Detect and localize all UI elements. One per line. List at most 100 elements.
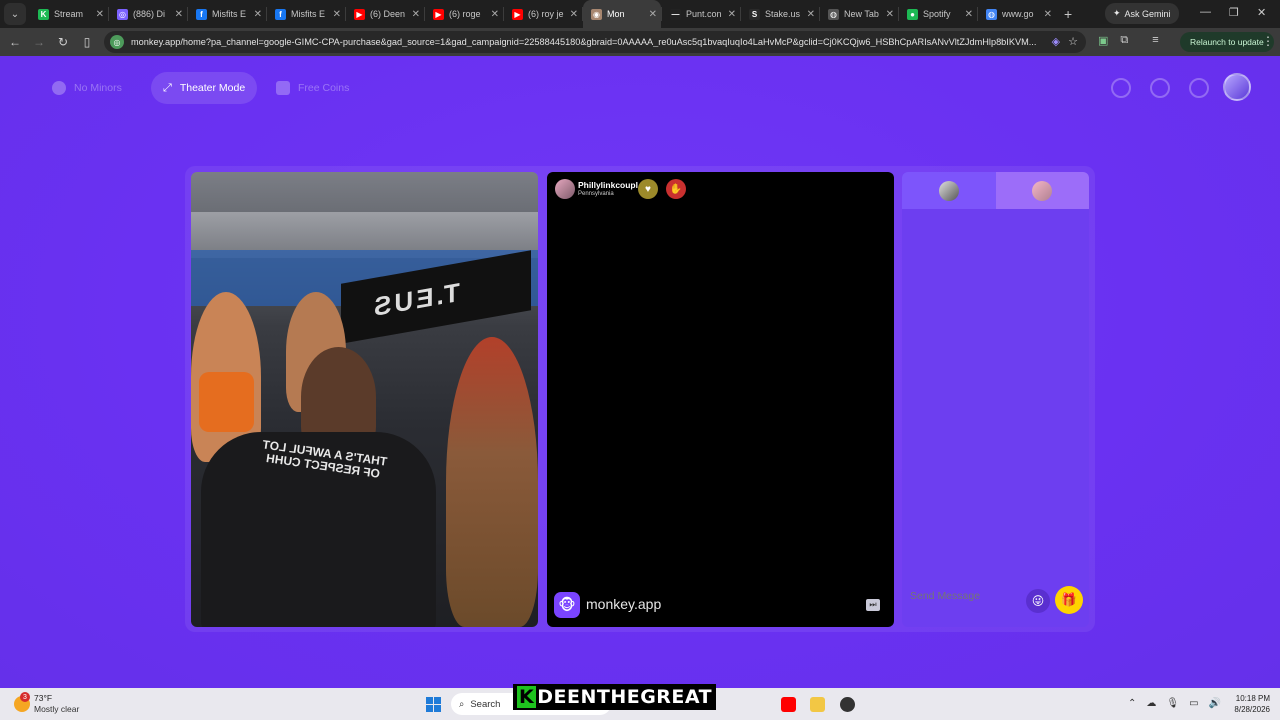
browser-tab[interactable]: ▶ (6) roge ✕ — [425, 0, 503, 28]
peer-username[interactable]: Phillylinkcoupl — [578, 180, 638, 190]
tab-title: Stream — [54, 9, 84, 19]
profile-menu-icon[interactable]: ≡ — [1152, 34, 1158, 47]
tab-close-icon[interactable]: ✕ — [1044, 9, 1052, 20]
side-panel-icon[interactable]: ▯ — [75, 35, 99, 49]
system-tray: ⌃ ☁ 🎙 ▭ 🔊 — [1128, 698, 1221, 709]
restore-icon[interactable]: ❐ — [1229, 6, 1239, 19]
tab-title: Misfits E — [212, 9, 247, 19]
minimize-icon[interactable]: — — [1200, 6, 1211, 18]
browser-tab[interactable]: — Punt.con ✕ — [662, 0, 740, 28]
relaunch-to-update-button[interactable]: Relaunch to update — [1180, 32, 1274, 52]
gift-button[interactable]: 🎁 — [1055, 586, 1083, 614]
back-arrow-icon[interactable]: ← — [3, 35, 27, 49]
report-badge-icon[interactable]: ✋ — [666, 179, 686, 199]
tab-search-chevron-icon[interactable]: ⌄ — [4, 3, 26, 25]
mic-icon[interactable]: 🎙 — [1166, 698, 1179, 709]
clock-time: 10:18 PM — [1235, 694, 1270, 703]
browser-tab[interactable]: S Stake.us ✕ — [741, 0, 819, 28]
browser-tab[interactable]: ◍ www.go ✕ — [978, 0, 1056, 28]
windows-start-icon[interactable] — [426, 697, 441, 712]
close-window-icon[interactable]: ✕ — [1257, 6, 1266, 19]
tab-list: K Stream ✕ ◎ (886) Di ✕ f Misfits E ✕ f Misfits E ✕… — [30, 0, 1056, 28]
tab-favicon-icon: — — [670, 8, 681, 20]
extension-shield-icon[interactable]: ◈ — [1052, 35, 1060, 48]
tab-favicon-icon: S — [749, 8, 760, 20]
bookmark-star-icon[interactable]: ☆ — [1068, 35, 1078, 48]
tab-close-icon[interactable]: ✕ — [96, 9, 104, 20]
tab-close-icon[interactable]: ✕ — [412, 9, 420, 20]
file-explorer-icon[interactable] — [810, 697, 825, 712]
emoji-button[interactable]: 😜 — [1026, 589, 1050, 613]
local-video-feed: T.EUS THAT'S A AWFUL LOT OF RESPECT CUHH — [191, 172, 538, 627]
new-tab-plus-icon[interactable]: + — [1064, 6, 1072, 22]
chat-tab-self[interactable] — [902, 172, 996, 209]
url-text[interactable]: monkey.app/home?pa_channel=google-GIMC-C… — [131, 37, 1041, 47]
cloud-icon[interactable]: ☁ — [1146, 698, 1156, 709]
browser-tab[interactable]: ▶ (6) roy je ✕ — [504, 0, 582, 28]
heart-badge-icon[interactable]: ♥ — [638, 179, 658, 199]
tab-title: (6) roge — [449, 9, 481, 19]
extension-badge-icon[interactable]: ▣ — [1098, 34, 1108, 47]
tab-favicon-icon: f — [196, 8, 207, 20]
volume-icon[interactable]: 🔊 — [1209, 698, 1221, 709]
no-minors-button[interactable]: No Minors — [40, 72, 134, 104]
clock-date: 8/28/2026 — [1234, 705, 1270, 714]
tab-favicon-icon: ◉ — [591, 8, 602, 20]
browser-tab[interactable]: ▶ (6) Deen ✕ — [346, 0, 424, 28]
self-avatar — [938, 180, 959, 201]
browser-tab[interactable]: ● Spotify ✕ — [899, 0, 977, 28]
taskbar-clock[interactable]: 10:18 PM 8/28/2026 — [1222, 693, 1270, 715]
orange-top — [199, 372, 254, 432]
forward-arrow-icon[interactable]: → — [27, 35, 51, 49]
shop-icon[interactable] — [1111, 78, 1131, 98]
tab-close-icon[interactable]: ✕ — [886, 9, 894, 20]
tab-title: Misfits E — [291, 9, 326, 19]
streamer-name-overlay: K DEENTHEGREAT — [513, 684, 717, 710]
theater-mode-button[interactable]: ⤢ Theater Mode — [151, 72, 258, 104]
browser-tab[interactable]: f Misfits E ✕ — [267, 0, 345, 28]
free-coins-button[interactable]: Free Coins — [264, 72, 361, 104]
reload-icon[interactable]: ↻ — [51, 35, 75, 49]
no-minors-label: No Minors — [74, 82, 122, 94]
address-bar[interactable]: ◎ monkey.app/home?pa_channel=google-GIMC… — [104, 31, 1086, 53]
youtube-app-icon[interactable] — [781, 697, 796, 712]
weather-temperature[interactable]: 73°F — [34, 693, 52, 703]
tab-close-icon[interactable]: ✕ — [965, 9, 973, 20]
tab-close-icon[interactable]: ✕ — [570, 9, 578, 20]
browser-tab[interactable]: f Misfits E ✕ — [188, 0, 266, 28]
tab-close-icon[interactable]: ✕ — [807, 9, 815, 20]
browser-tab[interactable]: K Stream ✕ — [30, 0, 108, 28]
tab-close-icon[interactable]: ✕ — [254, 9, 262, 20]
battery-icon[interactable]: ▭ — [1189, 698, 1198, 709]
tray-chevron-icon[interactable]: ⌃ — [1128, 698, 1136, 709]
extensions-puzzle-icon[interactable]: ⧉ — [1120, 34, 1128, 47]
browser-tab[interactable]: ◎ (886) Di ✕ — [109, 0, 187, 28]
weather-condition[interactable]: Mostly clear — [34, 704, 79, 714]
history-clock-icon[interactable] — [1150, 78, 1170, 98]
tab-title: Stake.us — [765, 9, 801, 19]
tab-close-icon[interactable]: ✕ — [175, 9, 183, 20]
send-message-input[interactable] — [910, 590, 1020, 602]
browser-tab[interactable]: ◉ Mon ✕ — [583, 0, 661, 28]
browser-menu-icon[interactable]: ⋮ — [1262, 34, 1274, 48]
peer-avatar[interactable] — [555, 179, 575, 199]
obs-app-icon[interactable] — [840, 697, 855, 712]
chat-panel: 😜 🎁 — [902, 172, 1089, 627]
skip-next-button[interactable]: ⏭ — [866, 599, 880, 611]
ask-gemini-button[interactable]: ✦ Ask Gemini — [1105, 3, 1179, 24]
user-avatar[interactable] — [1223, 73, 1251, 101]
tab-close-icon[interactable]: ✕ — [491, 9, 499, 20]
peer-chat-avatar — [1032, 180, 1053, 201]
tab-favicon-icon: ▶ — [512, 8, 523, 20]
browser-tab[interactable]: ◍ New Tab ✕ — [820, 0, 898, 28]
tab-close-icon[interactable]: ✕ — [333, 9, 341, 20]
site-info-icon[interactable]: ◎ — [110, 35, 124, 49]
tab-title: Spotify — [923, 9, 951, 19]
peer-location: Pennsylvania — [578, 191, 614, 197]
chat-tab-peer[interactable] — [995, 172, 1089, 209]
tab-close-icon[interactable]: ✕ — [649, 9, 657, 20]
search-icon: ⌕ — [459, 698, 465, 710]
tab-close-icon[interactable]: ✕ — [728, 9, 736, 20]
peer-video-feed: Phillylinkcoupl Pennsylvania ♥ ✋ 🐵 monke… — [547, 172, 894, 627]
messages-bubble-icon[interactable] — [1189, 78, 1209, 98]
